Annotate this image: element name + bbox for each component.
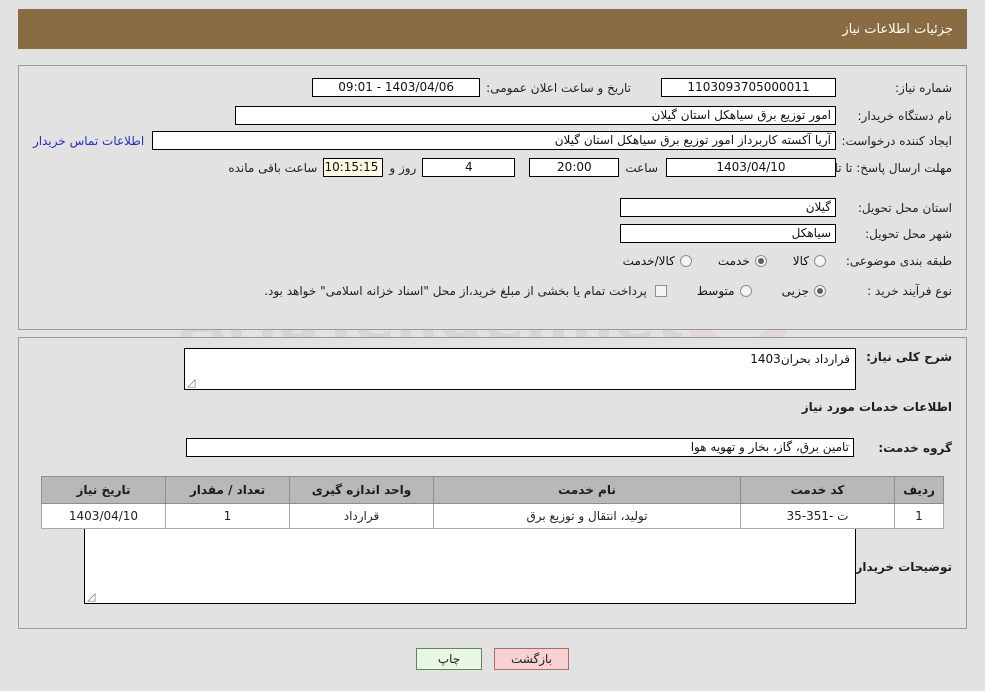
purchase-process-option-jozei[interactable]: جزیی: [782, 284, 826, 298]
service-group-field[interactable]: تامین برق، گاز، بخار و تهویه هوا: [186, 438, 854, 457]
radio-motevaset-icon[interactable]: [739, 285, 752, 297]
subject-category-row: طبقه بندی موضوعی: کالا خدمت کالا/خدمت: [623, 254, 952, 268]
deadline-date-field[interactable]: 1403/04/10: [666, 158, 836, 177]
radio-jozei-icon[interactable]: [814, 285, 826, 297]
th-quantity: تعداد / مقدار: [165, 476, 290, 504]
purchase-process-option-motevaset[interactable]: متوسط: [697, 284, 752, 298]
general-description-row: شرح کلی نیاز:: [860, 350, 952, 364]
services-section-title: اطلاعات خدمات مورد نیاز: [801, 400, 952, 414]
buyer-org-row: نام دستگاه خریدار: امور توزیع برق سیاهکل…: [235, 106, 952, 125]
radio-khedmat-icon[interactable]: [754, 255, 767, 267]
th-unit: واحد اندازه گیری: [289, 476, 434, 504]
radio-kala-icon[interactable]: [814, 255, 826, 267]
deadline-hour-label: ساعت: [625, 160, 658, 175]
purchase-process-option-jozei-label: جزیی: [781, 284, 809, 298]
subject-category-option-khedmat-label: خدمت: [717, 254, 750, 268]
need-summary-panel: شماره نیاز: 1103093705000011 تاریخ و ساع…: [18, 65, 967, 330]
cell-service-code: ت -351-35: [740, 503, 895, 529]
purchase-process-label: نوع فرآیند خرید :: [867, 284, 952, 298]
subject-category-option-khedmat[interactable]: خدمت: [718, 254, 767, 268]
request-creator-field[interactable]: آریا آکسته کاربرداز امور توزیع برق سیاهک…: [152, 131, 836, 150]
subject-category-option-kala[interactable]: کالا: [793, 254, 826, 268]
buyer-contact-link[interactable]: اطلاعات تماس خریدار: [33, 134, 144, 148]
delivery-city-row: شهر محل تحویل: سیاهکل: [620, 224, 952, 243]
general-description-label: شرح کلی نیاز:: [866, 350, 952, 364]
deadline-days-field[interactable]: 4: [422, 158, 516, 177]
page-title: جزئیات اطلاعات نیاز: [842, 21, 953, 37]
print-button[interactable]: چاپ: [416, 648, 482, 670]
back-button[interactable]: بازگشت: [494, 648, 569, 670]
buyer-notes-label: توضیحات خریدار:: [850, 560, 952, 574]
th-radif: ردیف: [894, 476, 944, 504]
services-table: ردیف کد خدمت نام خدمت واحد اندازه گیری ت…: [41, 476, 944, 529]
page-title-bar: جزئیات اطلاعات نیاز: [18, 9, 967, 49]
subject-category-option-kala-khedmat-label: کالا/خدمت: [622, 254, 675, 268]
th-service-name: نام خدمت: [433, 476, 741, 504]
need-number-field[interactable]: 1103093705000011: [661, 78, 836, 97]
service-group-label: گروه خدمت:: [878, 440, 952, 455]
cell-unit: قرارداد: [289, 503, 434, 529]
cell-radif: 1: [894, 503, 944, 529]
delivery-province-row: استان محل تحویل: گیلان: [620, 198, 952, 217]
request-creator-row: ایجاد کننده درخواست: آریا آکسته کاربرداز…: [33, 131, 952, 150]
announce-datetime-row: تاریخ و ساعت اعلان عمومی: 1403/04/06 - 0…: [312, 78, 631, 97]
announce-datetime-label: تاریخ و ساعت اعلان عمومی:: [486, 80, 631, 95]
cell-service-name: تولید، انتقال و توزیع برق: [433, 503, 741, 529]
table-header-row: ردیف کد خدمت نام خدمت واحد اندازه گیری ت…: [41, 476, 944, 504]
announce-datetime-field[interactable]: 1403/04/06 - 09:01: [312, 78, 481, 97]
delivery-city-field[interactable]: سیاهکل: [620, 224, 836, 243]
deadline-label: مهلت ارسال پاسخ: تا تاریخ:: [813, 160, 952, 175]
footer-button-bar: بازگشت چاپ: [0, 648, 985, 670]
deadline-hour-field[interactable]: 20:00: [529, 158, 620, 177]
deadline-remaining-label: ساعت باقی مانده: [228, 160, 318, 175]
resize-grip-icon[interactable]: ◺: [187, 376, 197, 389]
treasury-bond-checkbox[interactable]: [654, 285, 667, 297]
need-number-row: شماره نیاز: 1103093705000011: [661, 78, 952, 97]
buyer-org-field[interactable]: امور توزیع برق سیاهکل استان گیلان: [235, 106, 836, 125]
delivery-city-label: شهر محل تحویل:: [865, 226, 952, 241]
service-group-row: گروه خدمت: تامین برق، گاز، بخار و تهویه …: [186, 438, 952, 457]
services-section-title-row: اطلاعات خدمات مورد نیاز: [802, 400, 952, 414]
deadline-countdown-field: 10:15:15: [323, 158, 384, 177]
deadline-row: مهلت ارسال پاسخ: تا تاریخ: 1403/04/10 سا…: [228, 158, 952, 177]
th-need-date: تاریخ نیاز: [41, 476, 166, 504]
general-description-value: قرارداد بحران1403: [750, 352, 850, 366]
th-service-code: کد خدمت: [740, 476, 895, 504]
need-number-label: شماره نیاز:: [895, 80, 952, 95]
cell-quantity: 1: [165, 503, 290, 529]
radio-kala-khedmat-icon[interactable]: [679, 255, 692, 267]
subject-category-option-kala-khedmat[interactable]: کالا/خدمت: [623, 254, 692, 268]
buyer-notes-row: توضیحات خریدار:: [851, 560, 952, 574]
need-details-panel: شرح کلی نیاز: قرارداد بحران1403 ◺ اطلاعا…: [18, 337, 967, 629]
treasury-bond-note: پرداخت تمام یا بخشی از مبلغ خرید،از محل …: [264, 284, 647, 298]
request-creator-label: ایجاد کننده درخواست:: [841, 133, 952, 148]
buyer-org-label: نام دستگاه خریدار:: [857, 108, 953, 123]
purchase-process-option-motevaset-label: متوسط: [696, 284, 735, 298]
delivery-province-field[interactable]: گیلان: [620, 198, 836, 217]
delivery-province-label: استان محل تحویل:: [857, 200, 952, 215]
deadline-days-label: روز و: [389, 160, 417, 175]
table-row: 1 ت -351-35 تولید، انتقال و توزیع برق قر…: [41, 503, 944, 529]
purchase-process-row: نوع فرآیند خرید : جزیی متوسط پرداخت تمام…: [33, 284, 952, 298]
services-table-wrapper: ردیف کد خدمت نام خدمت واحد اندازه گیری ت…: [41, 476, 944, 529]
resize-grip-icon-2[interactable]: ◺: [87, 590, 97, 603]
subject-category-label: طبقه بندی موضوعی:: [845, 254, 952, 268]
subject-category-option-kala-label: کالا: [792, 254, 809, 268]
general-description-textarea[interactable]: قرارداد بحران1403 ◺: [184, 348, 856, 390]
cell-need-date: 1403/04/10: [41, 503, 166, 529]
